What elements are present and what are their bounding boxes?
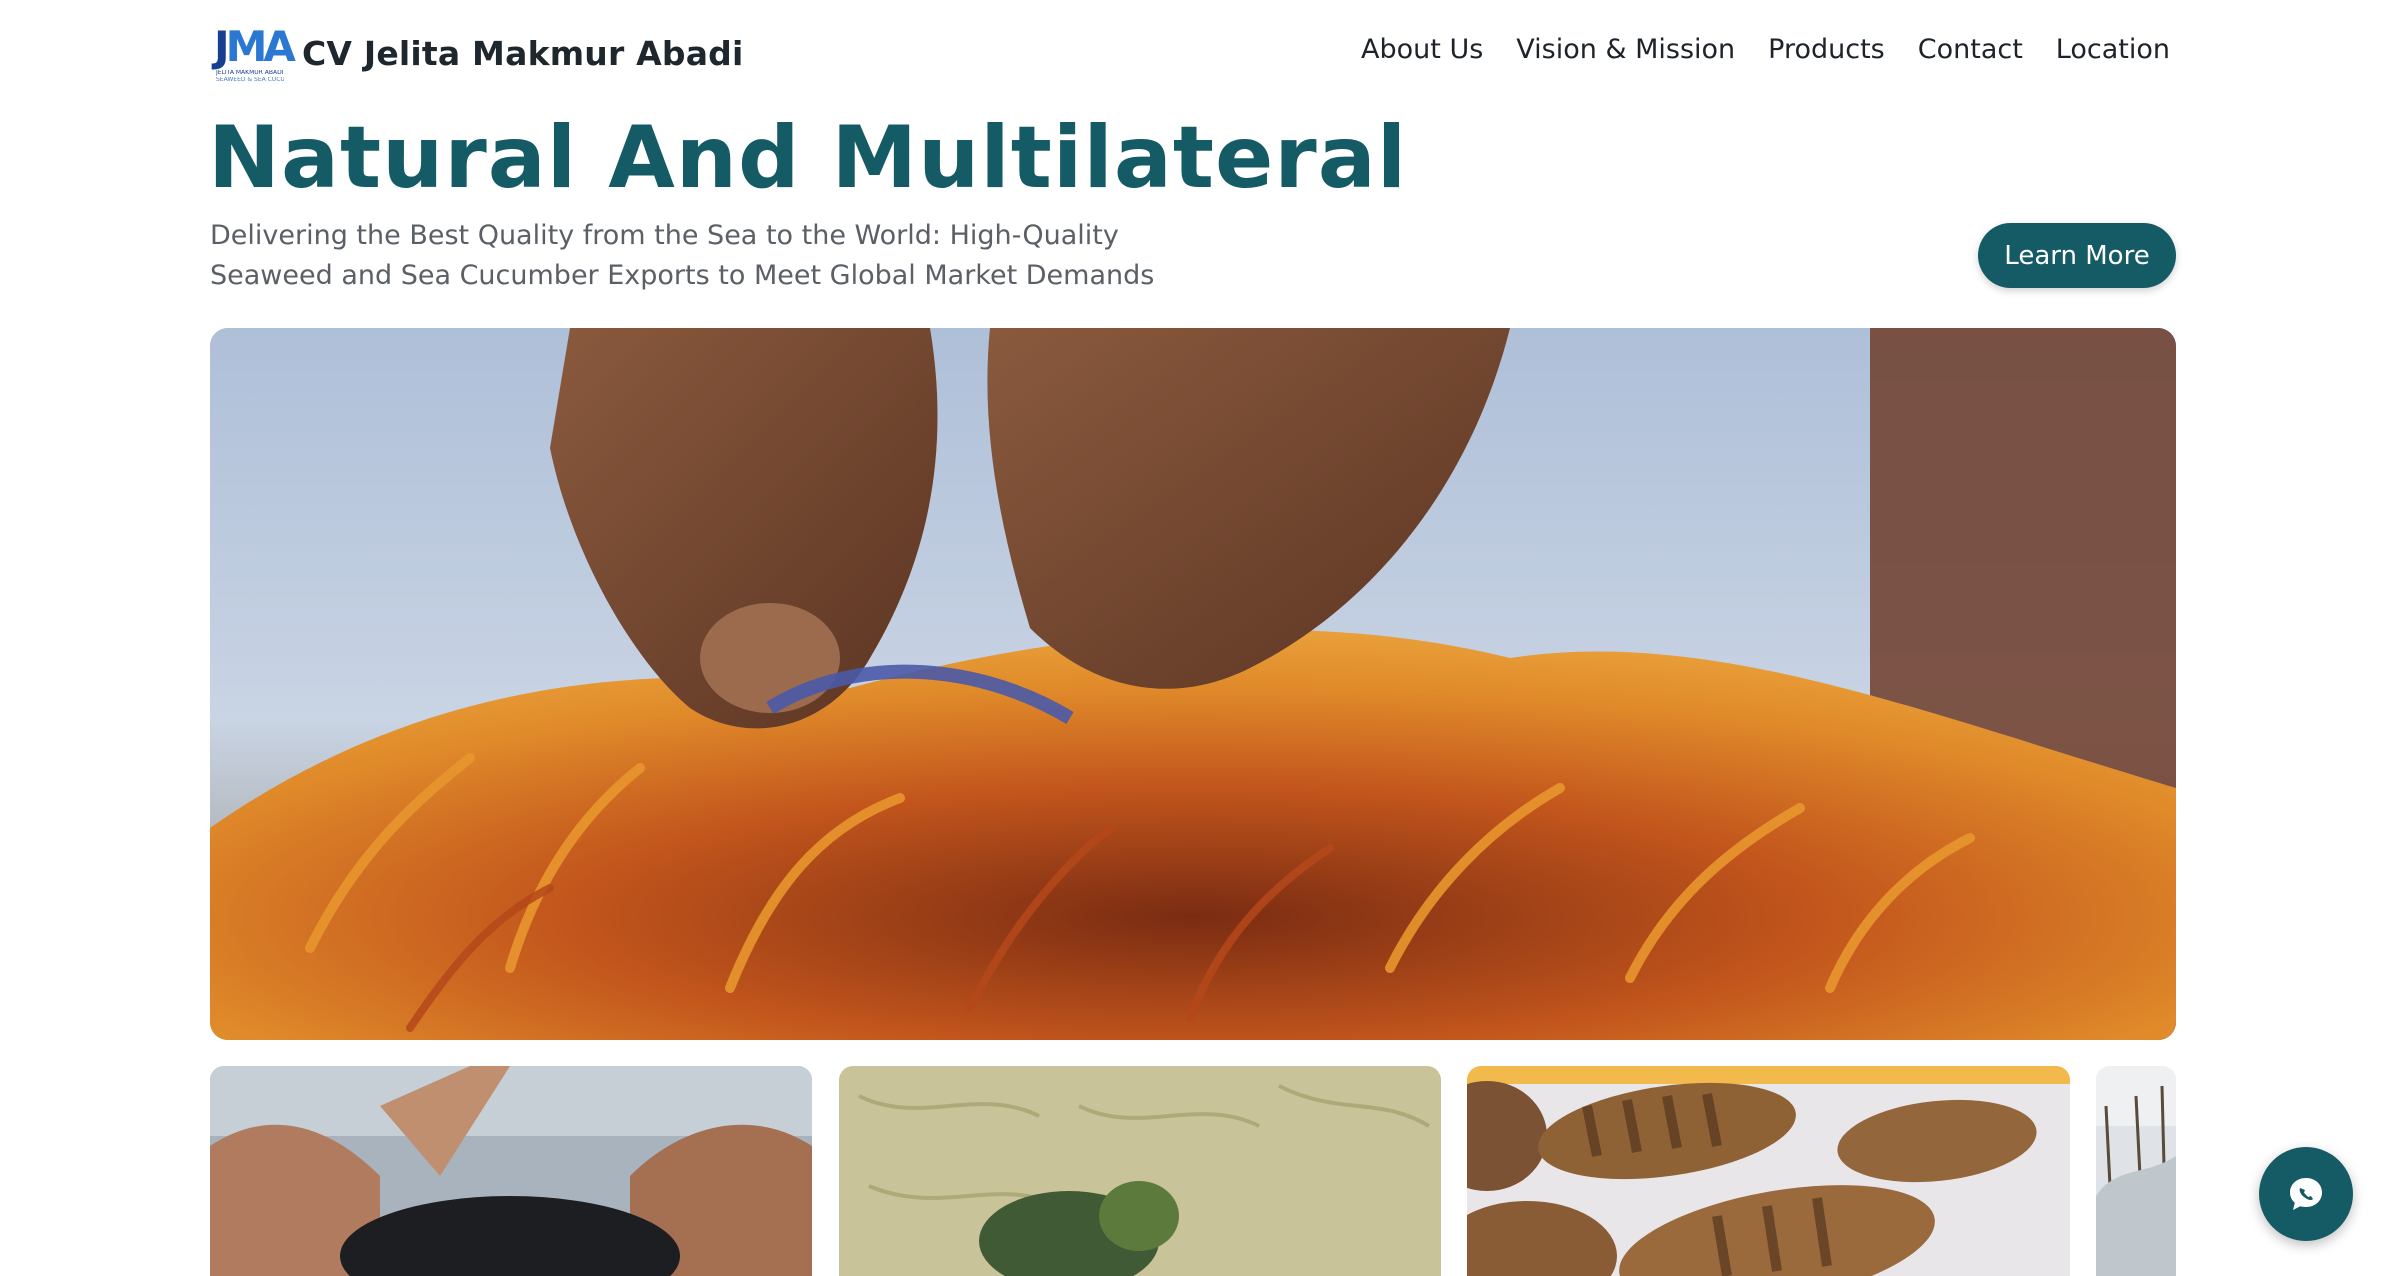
thumbnail-sea-cucumber-hands[interactable] bbox=[210, 1066, 812, 1276]
learn-more-button[interactable]: Learn More bbox=[1978, 223, 2176, 288]
thumbnail-green-seaweed[interactable] bbox=[839, 1066, 1441, 1276]
thumbnail-seaweed-farm[interactable] bbox=[2096, 1066, 2176, 1276]
site-header: JMA JELITA MAKMUR ABADI SEAWEED & SEA CU… bbox=[0, 0, 2392, 110]
thumbnail-dried-sea-cucumbers[interactable] bbox=[1467, 1066, 2070, 1276]
nav-location[interactable]: Location bbox=[2056, 34, 2170, 65]
nav-contact[interactable]: Contact bbox=[1918, 34, 2023, 65]
hero-title: Natural And Multilateral bbox=[208, 108, 1408, 208]
company-logo[interactable]: JMA JELITA MAKMUR ABADI SEAWEED & SEA CU… bbox=[214, 26, 296, 83]
chat-bubble-icon bbox=[2290, 1178, 2322, 1210]
nav-products[interactable]: Products bbox=[1768, 34, 1885, 65]
logo-subtagline: SEAWEED & SEA CUCUMBER bbox=[216, 77, 284, 83]
company-name[interactable]: CV Jelita Makmur Abadi bbox=[302, 34, 744, 73]
nav-vision-mission[interactable]: Vision & Mission bbox=[1516, 34, 1735, 65]
nav-about-us[interactable]: About Us bbox=[1361, 34, 1483, 65]
logo-mark: JMA bbox=[214, 22, 296, 71]
chat-button[interactable] bbox=[2259, 1147, 2353, 1241]
logo-tagline: JELITA MAKMUR ABADI bbox=[216, 70, 284, 76]
brand[interactable]: JMA JELITA MAKMUR ABADI SEAWEED & SEA CU… bbox=[214, 26, 744, 83]
hero-image bbox=[210, 328, 2176, 1040]
hero-subtitle: Delivering the Best Quality from the Sea… bbox=[210, 220, 1155, 291]
main-nav: About Us Vision & Mission Products Conta… bbox=[1361, 34, 2170, 65]
